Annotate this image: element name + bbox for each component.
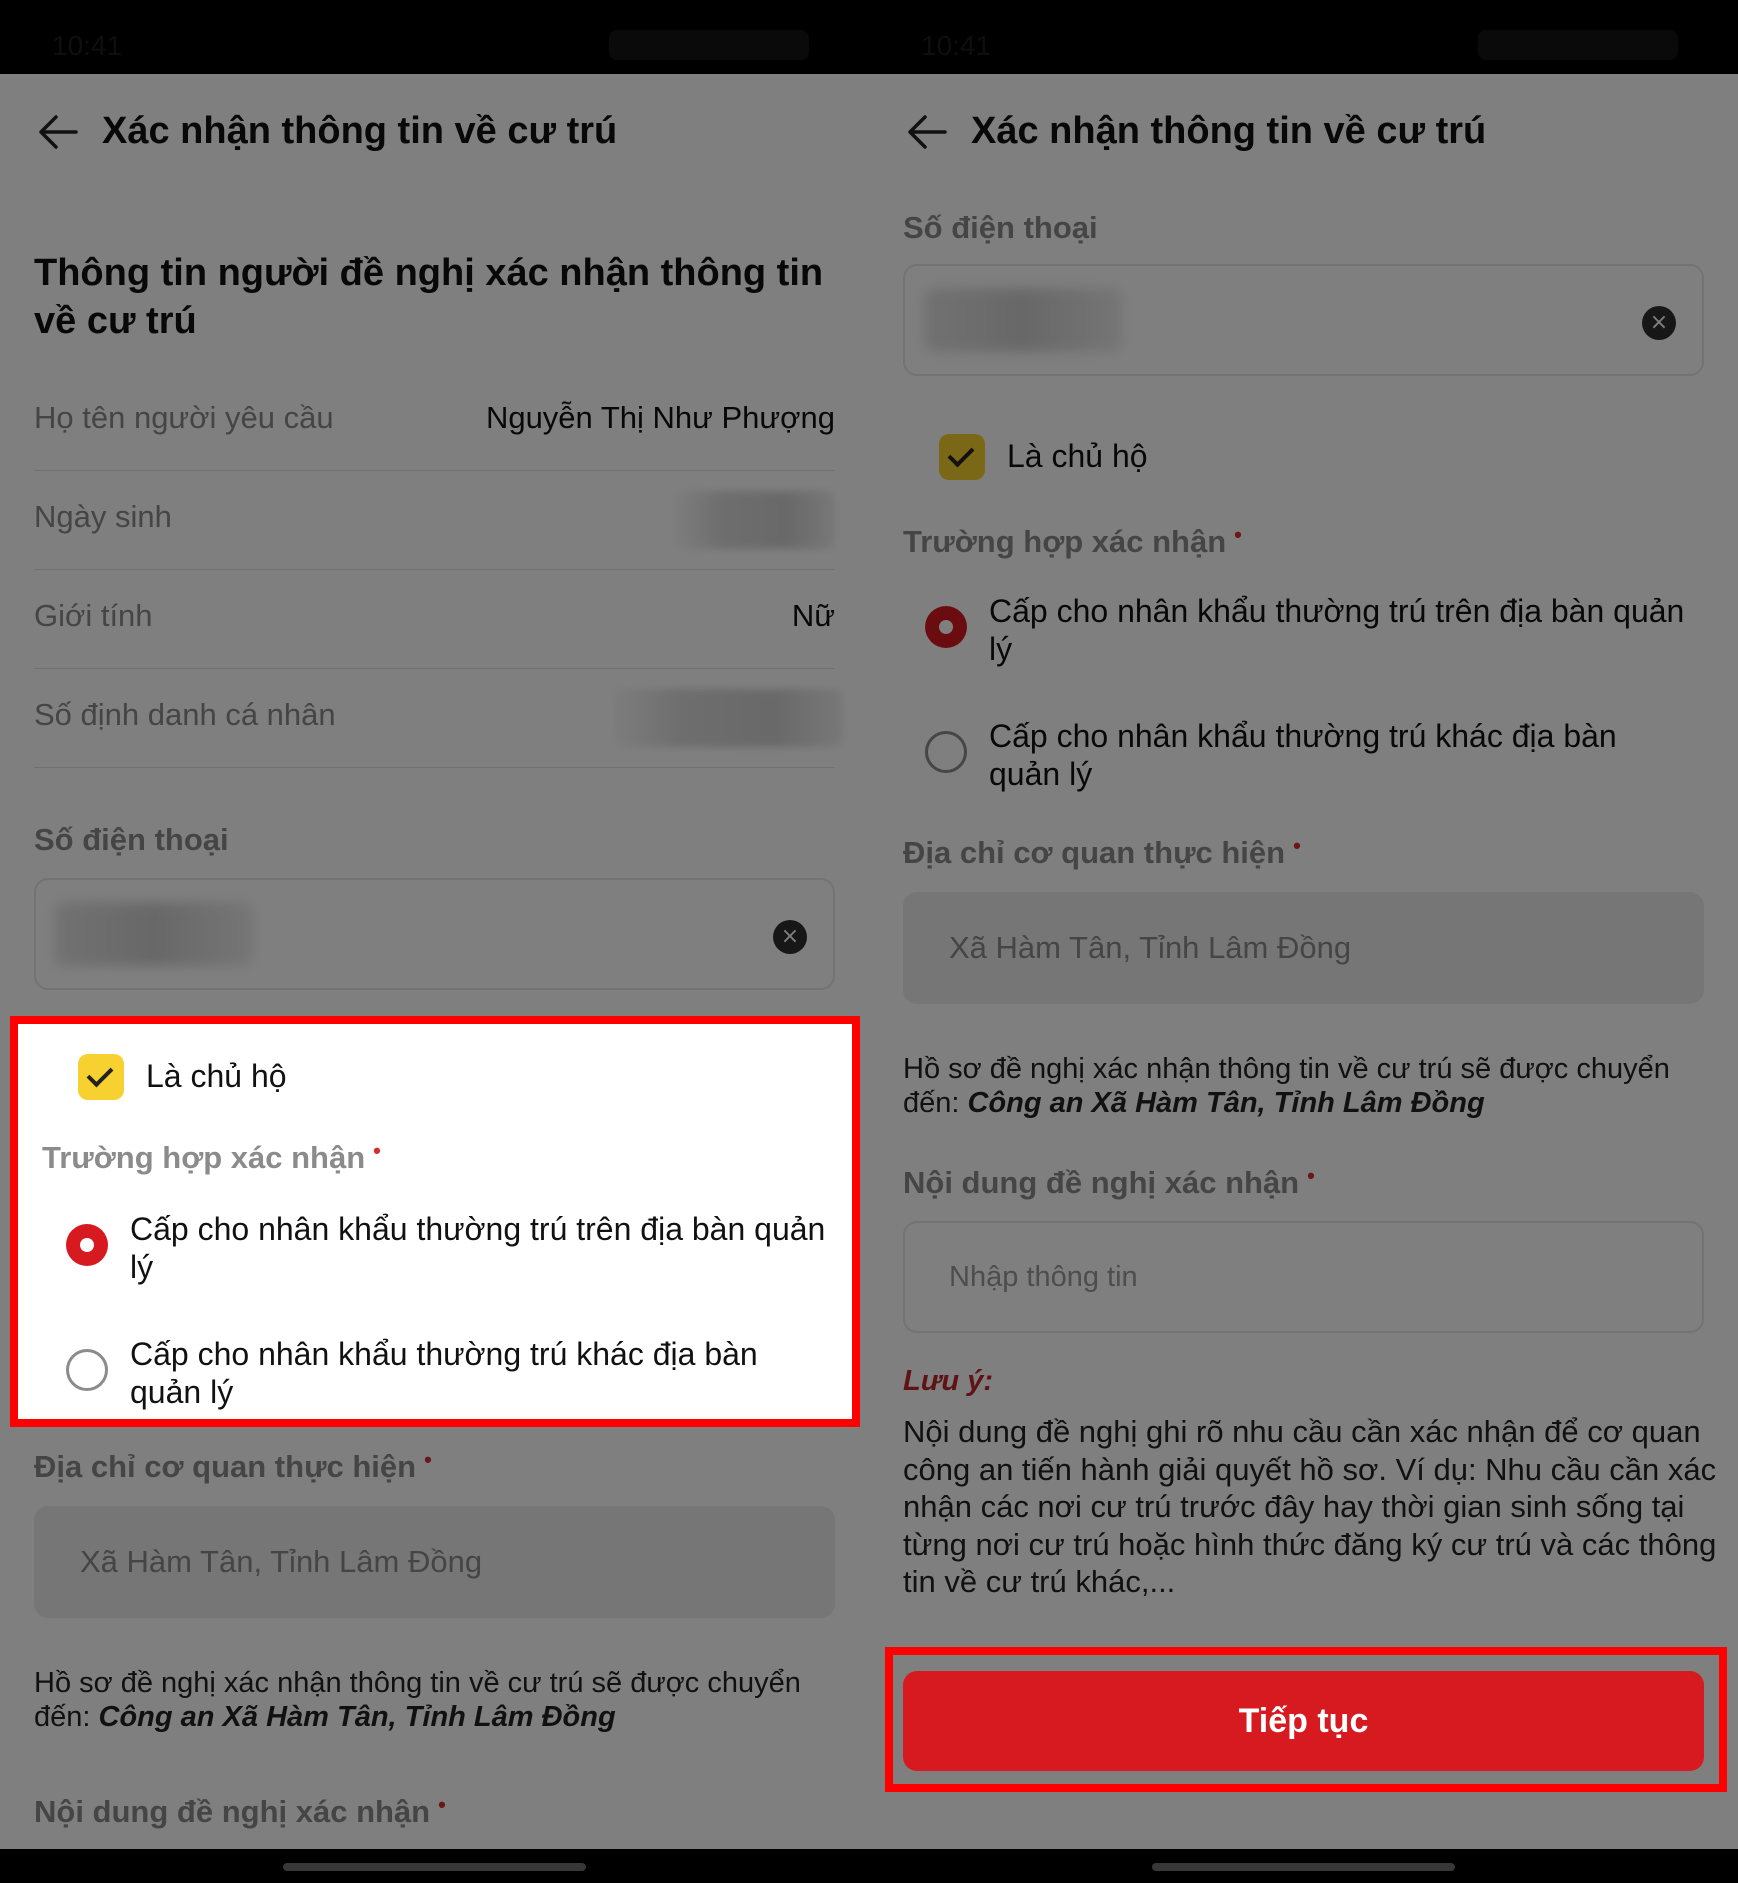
status-time: 10:41 xyxy=(921,30,992,61)
request-content-label: Nội dung đề nghị xác nhận • xyxy=(34,1792,446,1829)
highlight-case-section: Là chủ hộ Trường hợp xác nhận • Cấp cho n… xyxy=(10,1016,860,1427)
transfer-note: Hồ sơ đề nghị xác nhận thông tin về cư t… xyxy=(34,1667,801,1733)
info-row-gender: Giới tính Nữ xyxy=(34,570,835,669)
clear-icon[interactable]: × xyxy=(773,920,807,954)
info-row-dob: Ngày sinh xyxy=(34,471,835,570)
phone-value-redacted xyxy=(54,902,254,966)
gesture-bar xyxy=(0,1849,869,1883)
checkbox-checked-icon[interactable] xyxy=(78,1054,124,1100)
radio-unselected-icon[interactable] xyxy=(925,731,967,773)
case-option-label: Cấp cho nhân khẩu thường trú khác địa bà… xyxy=(130,1336,758,1410)
status-icons xyxy=(609,30,809,60)
case-option-label: Cấp cho nhân khẩu thường trú khác địa bà… xyxy=(989,718,1617,792)
id-value-redacted xyxy=(613,689,843,747)
info-row-id: Số định danh cá nhân xyxy=(34,669,843,768)
form-content-scrolled[interactable]: Số điện thoại × Là chủ hộ Trường hợp xác… xyxy=(869,186,1738,1849)
request-content-label: Nội dung đề nghị xác nhận • xyxy=(903,1163,1315,1200)
dob-label: Ngày sinh xyxy=(34,499,172,534)
agency-select[interactable]: Xã Hàm Tân, Tỉnh Lâm Đồng xyxy=(903,892,1704,1004)
agency-select[interactable]: Xã Hàm Tân, Tỉnh Lâm Đồng xyxy=(34,1506,835,1618)
id-label: Số định danh cá nhân xyxy=(34,697,336,732)
clear-icon[interactable]: × xyxy=(1642,306,1676,340)
app-bar: Xác nhận thông tin về cư trú xyxy=(0,74,869,186)
status-time: 10:41 xyxy=(52,30,123,61)
phone-label: Số điện thoại xyxy=(34,822,229,857)
highlight-continue-button xyxy=(885,1647,1727,1792)
radio-selected-icon[interactable] xyxy=(925,606,967,648)
name-label: Họ tên người yêu cầu xyxy=(34,400,334,435)
phone-label: Số điện thoại xyxy=(903,210,1098,245)
head-of-household-label: Là chủ hộ xyxy=(1007,438,1148,474)
home-indicator[interactable] xyxy=(283,1863,586,1871)
agency-label: Địa chỉ cơ quan thực hiện • xyxy=(903,833,1301,870)
gesture-bar xyxy=(869,1849,1738,1883)
case-option-label: Cấp cho nhân khẩu thường trú trên địa bà… xyxy=(130,1211,826,1285)
phone-input[interactable]: × xyxy=(34,878,835,990)
page-title: Xác nhận thông tin về cư trú xyxy=(102,110,618,152)
phone-value-redacted xyxy=(923,288,1123,352)
page-title: Xác nhận thông tin về cư trú xyxy=(971,110,1487,152)
dob-value-redacted xyxy=(675,491,835,549)
gender-label: Giới tính xyxy=(34,598,153,633)
left-screen: 10:41 Xác nhận thông tin về cư trú Thông… xyxy=(0,0,869,1883)
info-row-name: Họ tên người yêu cầu Nguyễn Thị Như Phượ… xyxy=(34,372,835,471)
agency-value: Xã Hàm Tân, Tỉnh Lâm Đồng xyxy=(949,930,1352,965)
home-indicator[interactable] xyxy=(1152,1863,1455,1871)
checkbox-checked-icon[interactable] xyxy=(939,434,985,480)
right-screen: 10:41 Xác nhận thông tin về cư trú Số đi… xyxy=(869,0,1738,1883)
radio-selected-icon[interactable] xyxy=(66,1224,108,1266)
case-option-label: Cấp cho nhân khẩu thường trú trên địa bà… xyxy=(989,593,1685,667)
gender-value: Nữ xyxy=(791,598,835,633)
request-content-placeholder: Nhập thông tin xyxy=(949,1261,1138,1293)
app-bar: Xác nhận thông tin về cư trú xyxy=(869,74,1738,186)
agency-value: Xã Hàm Tân, Tỉnh Lâm Đồng xyxy=(80,1544,483,1579)
head-of-household-label: Là chủ hộ xyxy=(146,1058,287,1094)
case-label: Trường hợp xác nhận • xyxy=(903,522,1242,559)
radio-unselected-icon[interactable] xyxy=(66,1349,108,1391)
transfer-note: Hồ sơ đề nghị xác nhận thông tin về cư t… xyxy=(903,1053,1670,1119)
case-label: Trường hợp xác nhận • xyxy=(42,1138,381,1175)
phone-input[interactable]: × xyxy=(903,264,1704,376)
status-icons xyxy=(1478,30,1678,60)
name-value: Nguyễn Thị Như Phượng xyxy=(485,400,835,435)
status-bar: 10:41 xyxy=(0,0,869,74)
note-text: Nội dung đề nghị ghi rõ nhu cầu cần xác … xyxy=(903,1414,1717,1599)
note-title: Lưu ý: xyxy=(903,1365,993,1397)
status-bar: 10:41 xyxy=(869,0,1738,74)
back-arrow-icon[interactable] xyxy=(907,114,947,150)
agency-label: Địa chỉ cơ quan thực hiện • xyxy=(34,1447,432,1484)
request-content-input[interactable]: Nhập thông tin xyxy=(903,1221,1704,1333)
section-title: Thông tin người đề nghị xác nhận thông t… xyxy=(34,252,824,342)
back-arrow-icon[interactable] xyxy=(38,114,78,150)
